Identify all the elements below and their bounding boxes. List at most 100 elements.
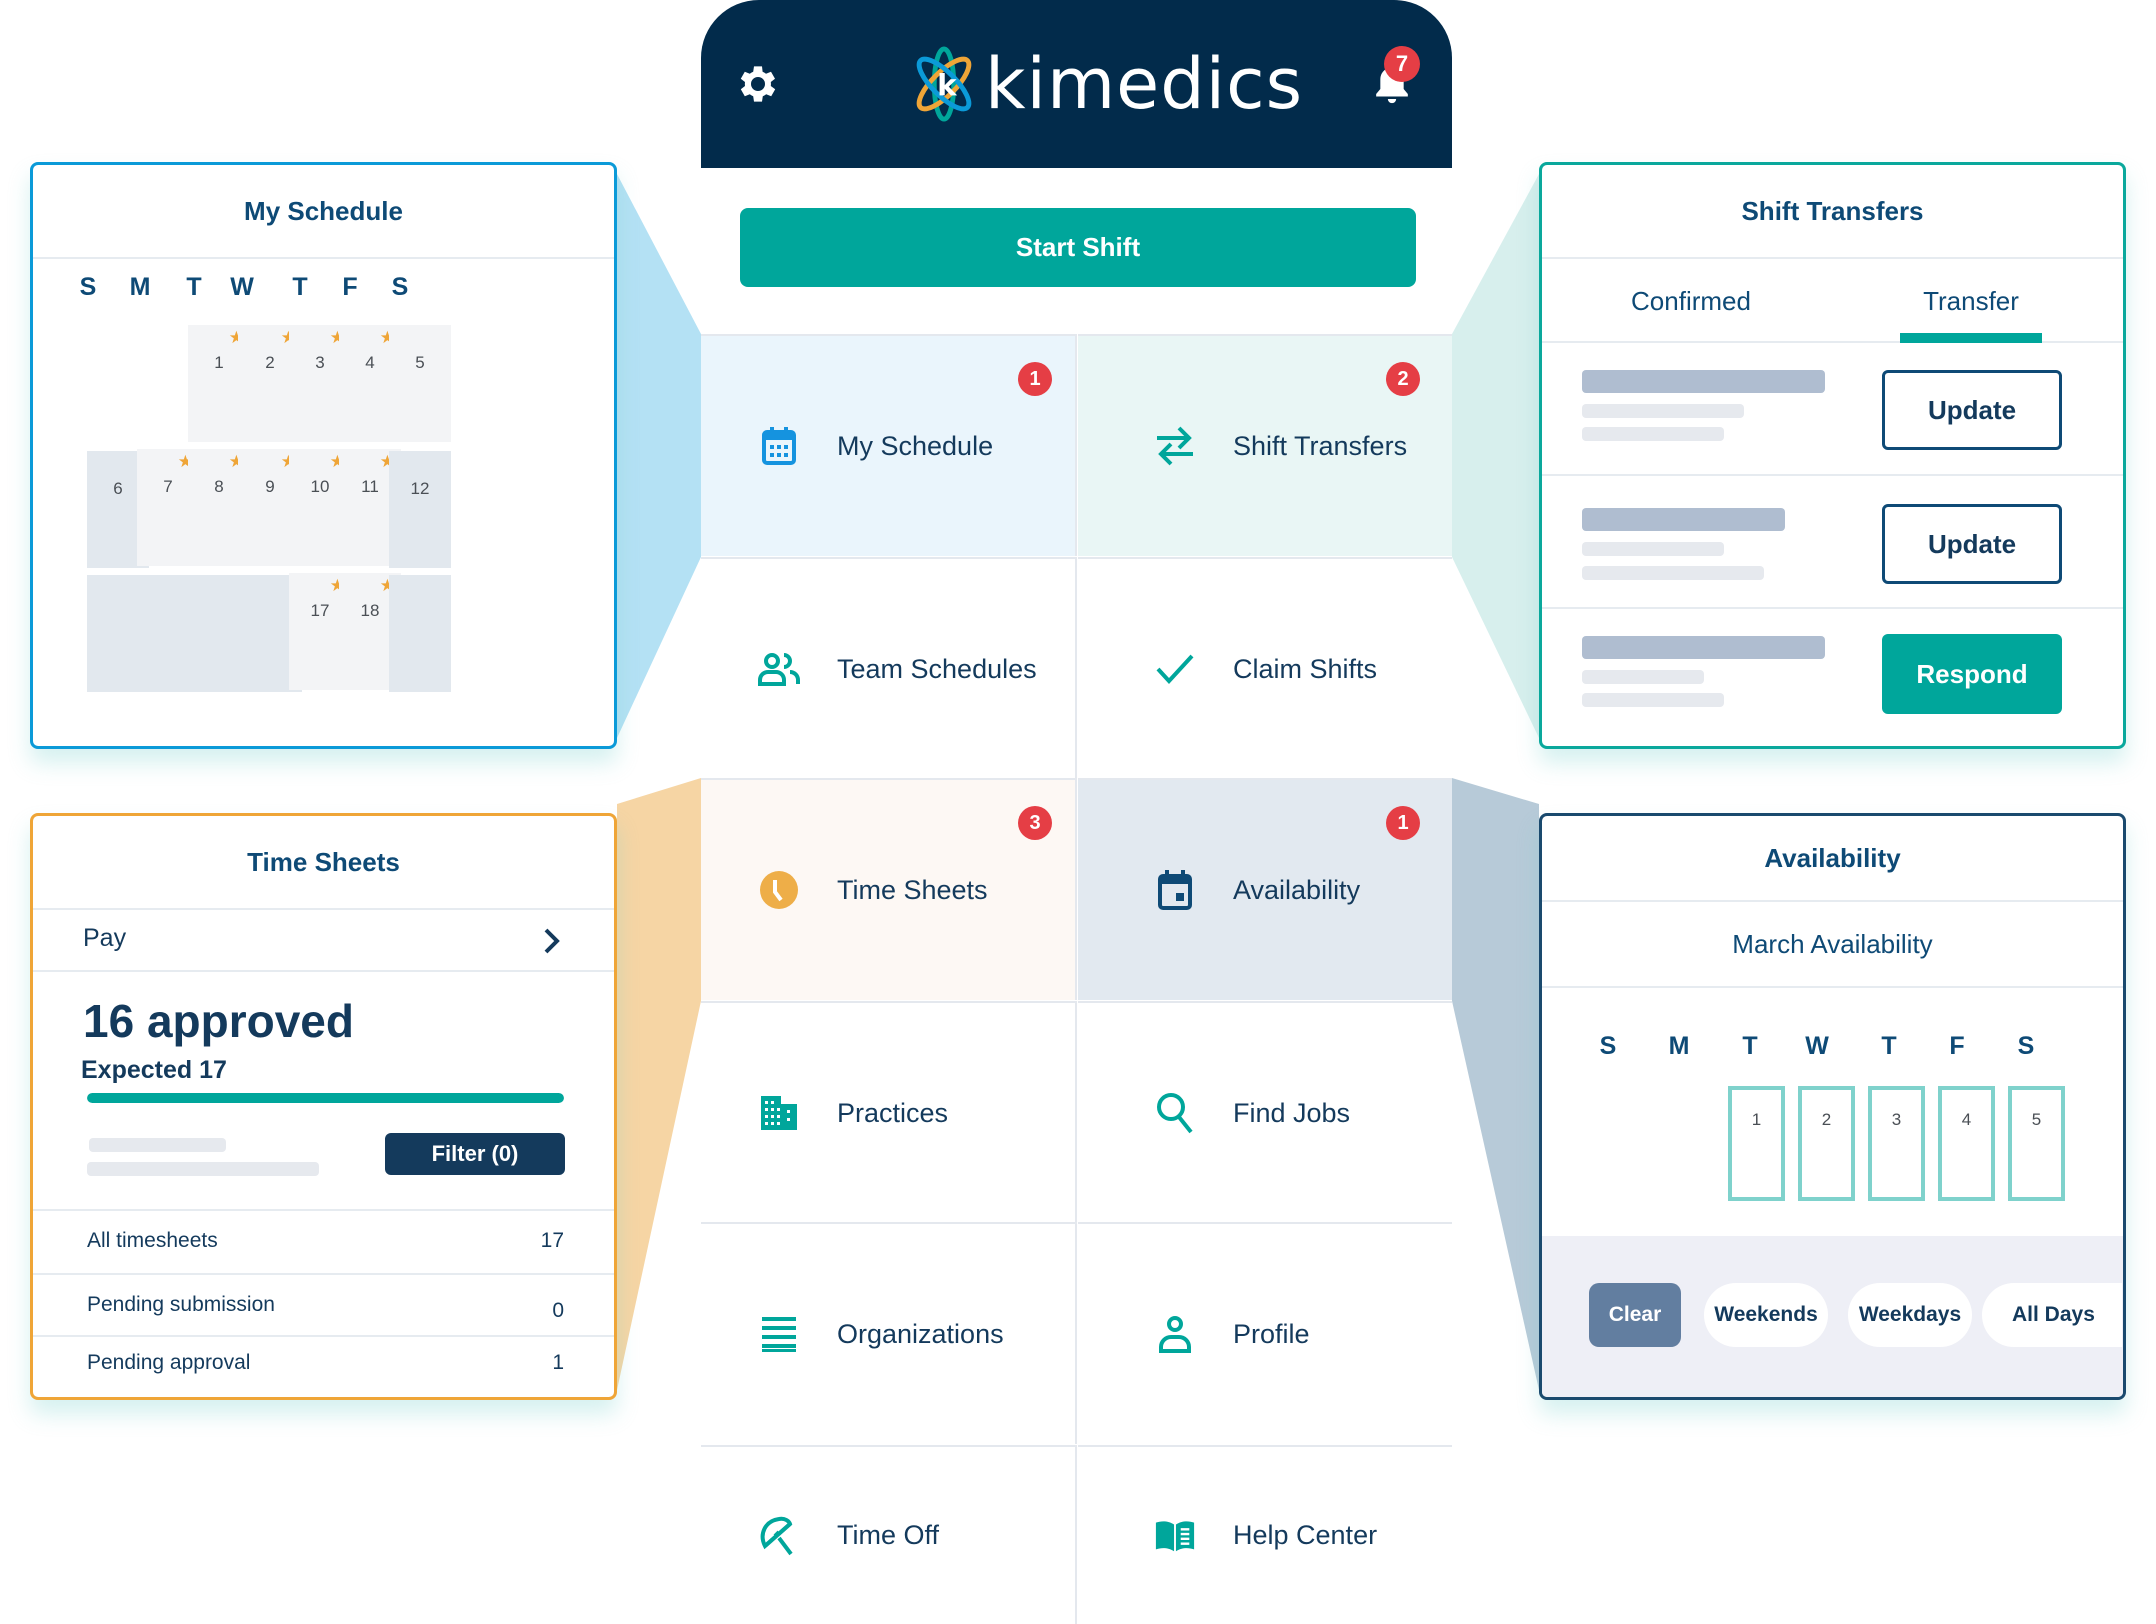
panel-title: Shift Transfers — [1542, 165, 2123, 259]
skeleton-line — [1582, 508, 1785, 531]
weekday-label: T — [186, 273, 202, 301]
summary-row-all[interactable]: All timesheets 17 — [33, 1209, 614, 1271]
menu-tile-time-sheets[interactable]: Time Sheets 3 — [701, 778, 1077, 1000]
weekday-label: M — [129, 273, 151, 301]
approval-progress-bar — [87, 1093, 564, 1103]
calendar-icon — [758, 425, 800, 467]
weekday-header: SMTWTFS — [1542, 1032, 2123, 1072]
clear-button[interactable]: Clear — [1589, 1283, 1681, 1347]
book-icon — [1154, 1515, 1196, 1557]
day-number: 4 — [1961, 1110, 1972, 1129]
gear-icon[interactable] — [734, 60, 782, 108]
kimedics-atom-logo-icon: k — [916, 46, 972, 122]
day-number: 5 — [2031, 1110, 2042, 1129]
pay-row[interactable]: Pay — [33, 910, 614, 972]
weekday-label: W — [1805, 1032, 1829, 1060]
weekends-button[interactable]: Weekends — [1704, 1283, 1828, 1347]
skeleton-line — [87, 1162, 319, 1176]
availability-day[interactable]: 3 — [1868, 1086, 1925, 1201]
day-number: 2 — [1821, 1110, 1832, 1129]
all-days-button[interactable]: All Days — [1982, 1283, 2122, 1347]
weekday-label: F — [342, 273, 358, 301]
menu-tile-help-center[interactable]: Help Center — [1078, 1445, 1452, 1624]
weekday-label: S — [1599, 1032, 1617, 1060]
expected-count: Expected 17 — [81, 1056, 227, 1084]
svg-text:k: k — [937, 69, 958, 103]
summary-row-pending-submission[interactable]: Pending submission 0 — [33, 1273, 614, 1335]
weekday-label: S — [391, 273, 409, 301]
weekday-label: S — [79, 273, 97, 301]
search-icon — [1154, 1092, 1196, 1134]
skeleton-line — [1582, 670, 1704, 684]
respond-button[interactable]: Respond — [1882, 634, 2062, 714]
update-button[interactable]: Update — [1882, 370, 2062, 450]
progress-fill — [87, 1093, 564, 1103]
filter-button[interactable]: Filter (0) — [385, 1133, 565, 1175]
menu-tile-profile[interactable]: Profile — [1078, 1222, 1452, 1444]
skeleton-line — [1582, 427, 1724, 441]
count-badge: 1 — [1018, 362, 1052, 396]
tab-confirmed[interactable]: Confirmed — [1602, 259, 1780, 343]
count-badge: 2 — [1386, 362, 1420, 396]
menu-tile-team-schedules[interactable]: Team Schedules — [701, 557, 1077, 779]
notification-badge: 7 — [1384, 46, 1420, 82]
menu-tile-claim-shifts[interactable]: Claim Shifts — [1078, 557, 1452, 779]
menu-label: Help Center — [1233, 1520, 1378, 1550]
availability-day[interactable]: 1 — [1728, 1086, 1785, 1201]
summary-row-pending-approval[interactable]: Pending approval 1 — [33, 1335, 614, 1397]
brand-name: kimedics — [985, 43, 1304, 125]
umbrella-icon — [758, 1515, 800, 1557]
weekday-label: M — [1668, 1032, 1690, 1060]
start-shift-button[interactable]: Start Shift — [740, 208, 1416, 287]
approved-count: 16 approved — [83, 995, 354, 1047]
skeleton-line — [1582, 404, 1744, 418]
menu-label: Profile — [1233, 1318, 1310, 1349]
menu-grid: My Schedule 1 Shift Transfers 2 Team Sch… — [701, 334, 1452, 1624]
kimedics-logo: k kimedics — [905, 44, 1303, 124]
building-icon — [758, 1092, 800, 1134]
weekday-label: W — [230, 273, 254, 301]
time-sheets-panel: Time Sheets Pay 16 approved Expected 17 … — [30, 813, 617, 1400]
menu-tile-find-jobs[interactable]: Find Jobs — [1078, 1001, 1452, 1223]
availability-day[interactable]: 5 — [2008, 1086, 2065, 1201]
tab-transfer[interactable]: Transfer — [1900, 259, 2042, 343]
weekday-label: T — [292, 273, 308, 301]
menu-tile-practices[interactable]: Practices — [701, 1001, 1077, 1223]
skeleton-line — [1582, 566, 1764, 580]
connector-my-schedule — [617, 174, 701, 738]
swap-arrows-icon — [1154, 425, 1196, 467]
calendar-day[interactable]: 5 — [389, 325, 451, 442]
menu-label: Claim Shifts — [1233, 653, 1378, 684]
day-number: 5 — [415, 353, 425, 372]
menu-tile-organizations[interactable]: Organizations — [701, 1222, 1077, 1444]
transfer-tabs: Confirmed Transfer — [1542, 259, 2123, 343]
calendar-day-icon — [1154, 869, 1196, 911]
menu-label: Organizations — [837, 1318, 1004, 1349]
skeleton-line — [1582, 693, 1724, 707]
transfer-row: Update — [1542, 343, 2123, 476]
person-icon — [1154, 1313, 1196, 1355]
menu-tile-time-off[interactable]: Time Off — [701, 1445, 1077, 1624]
count-badge: 1 — [1386, 806, 1420, 840]
summary-label: Pending approval — [87, 1351, 251, 1374]
menu-label: Shift Transfers — [1233, 430, 1408, 461]
calendar-day[interactable] — [389, 575, 451, 692]
calendar-day[interactable]: 12 — [389, 451, 451, 568]
list-icon — [758, 1313, 800, 1355]
day-number: 3 — [1891, 1110, 1902, 1129]
weekdays-button[interactable]: Weekdays — [1848, 1283, 1972, 1347]
checkmark-icon — [1154, 648, 1196, 690]
menu-label: Find Jobs — [1233, 1097, 1351, 1128]
quick-select-bar: Clear Weekends Weekdays All Days — [1542, 1236, 2123, 1397]
connector-time-sheets — [617, 778, 701, 1390]
day-number: 12 — [410, 479, 430, 498]
panel-title: Availability — [1542, 816, 2123, 902]
menu-tile-availability[interactable]: Availability 1 — [1078, 778, 1452, 1000]
update-button[interactable]: Update — [1882, 504, 2062, 584]
menu-tile-shift-transfers[interactable]: Shift Transfers 2 — [1078, 334, 1452, 556]
availability-day[interactable]: 4 — [1938, 1086, 1995, 1201]
panel-title: My Schedule — [33, 165, 614, 259]
menu-tile-my-schedule[interactable]: My Schedule 1 — [701, 334, 1077, 556]
summary-label: Pending submission — [87, 1293, 275, 1316]
availability-day[interactable]: 2 — [1798, 1086, 1855, 1201]
